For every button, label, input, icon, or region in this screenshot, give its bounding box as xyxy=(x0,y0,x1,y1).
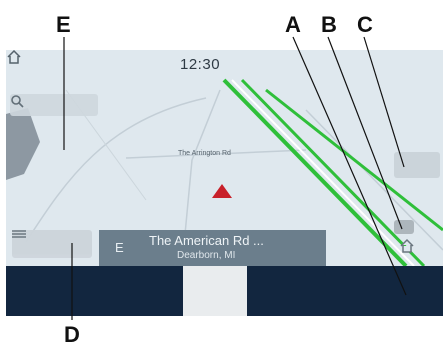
turn-city: Dearborn, MI xyxy=(177,250,236,261)
search-icon xyxy=(11,95,24,108)
callout-d: D xyxy=(64,322,80,347)
menu-button[interactable] xyxy=(12,230,92,258)
search-button[interactable] xyxy=(10,94,98,116)
callout-b: B xyxy=(321,12,337,37)
navigation-screen: The Arrington Rd 12:30 E The American Rd… xyxy=(6,50,443,316)
callout-e: E xyxy=(56,12,71,37)
turn-street-name: The American Rd ... xyxy=(149,233,264,248)
map-option-button[interactable] xyxy=(394,152,440,178)
home-icon[interactable] xyxy=(6,50,22,64)
callout-c: C xyxy=(357,12,373,37)
map-view[interactable]: The Arrington Rd 12:30 E The American Rd… xyxy=(6,50,443,266)
map-road xyxy=(25,97,207,243)
menu-icon xyxy=(12,230,26,238)
vehicle-position-arrow xyxy=(212,184,232,198)
map-road xyxy=(305,109,443,251)
status-bar: 12:30 xyxy=(6,50,443,76)
clock: 12:30 xyxy=(180,56,221,73)
bottom-bar xyxy=(6,266,443,316)
map-building xyxy=(6,108,40,180)
bottom-bar-tab[interactable] xyxy=(183,266,247,316)
zoom-control-button[interactable] xyxy=(394,220,414,234)
map-road-label: The Arrington Rd xyxy=(178,150,231,157)
view-mode-icon[interactable] xyxy=(398,236,416,254)
next-turn-banner[interactable]: E The American Rd ... Dearborn, MI xyxy=(99,230,326,266)
turn-direction: E xyxy=(115,240,124,255)
callout-a: A xyxy=(285,12,301,37)
